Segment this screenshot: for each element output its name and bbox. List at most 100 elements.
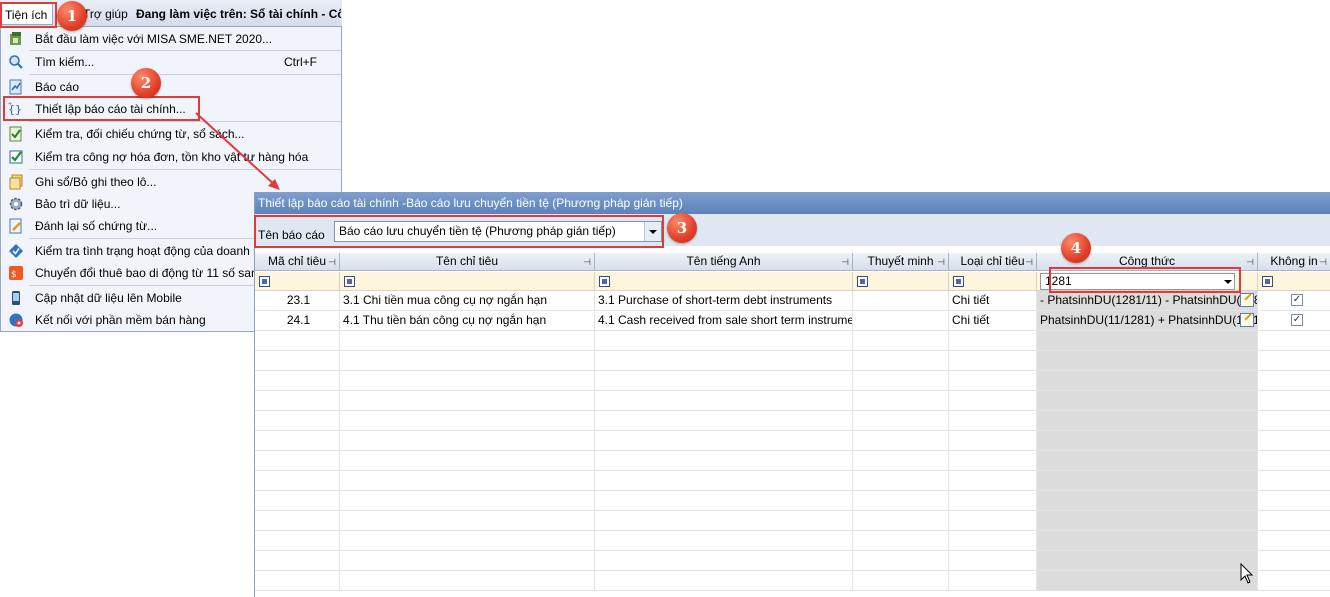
filter-cell-english-name[interactable]: [595, 272, 853, 291]
empty-cell[interactable]: [595, 431, 853, 451]
filter-cell-name[interactable]: [340, 272, 595, 291]
empty-cell[interactable]: [1037, 491, 1258, 511]
pin-icon[interactable]: ⊣: [583, 254, 591, 271]
empty-cell[interactable]: [853, 371, 949, 391]
menu-item-report[interactable]: Báo cáo: [1, 76, 341, 98]
empty-cell[interactable]: [1258, 431, 1330, 451]
empty-cell[interactable]: [1037, 391, 1258, 411]
empty-cell[interactable]: [853, 431, 949, 451]
empty-cell[interactable]: [1037, 351, 1258, 371]
empty-cell[interactable]: [853, 471, 949, 491]
empty-cell[interactable]: [255, 351, 340, 371]
col-header-type[interactable]: Loại chỉ tiêu ⊣: [949, 253, 1037, 271]
empty-cell[interactable]: [853, 551, 949, 571]
pin-icon[interactable]: ⊣: [328, 254, 336, 271]
menu-item-batch-post[interactable]: Ghi sổ/Bỏ ghi theo lô...: [1, 171, 341, 193]
menu-item-check-documents[interactable]: Kiểm tra, đối chiếu chứng từ, sổ sách...: [1, 123, 341, 145]
empty-cell[interactable]: [340, 371, 595, 391]
cell-type[interactable]: Chi tiết: [949, 311, 1037, 331]
empty-cell[interactable]: [255, 491, 340, 511]
empty-cell[interactable]: [255, 431, 340, 451]
empty-cell[interactable]: [595, 371, 853, 391]
cell-formula[interactable]: PhatsinhDU(11/1281) + PhatsinhDU(12/1281…: [1037, 311, 1258, 331]
empty-cell[interactable]: [949, 331, 1037, 351]
col-header-english-name[interactable]: Tên tiếng Anh ⊣: [595, 253, 853, 271]
empty-cell[interactable]: [853, 571, 949, 591]
empty-cell[interactable]: [255, 531, 340, 551]
pin-icon[interactable]: ⊣: [1319, 254, 1327, 271]
empty-cell[interactable]: [853, 331, 949, 351]
filter-operator-icon[interactable]: [599, 276, 610, 287]
empty-cell[interactable]: [1258, 391, 1330, 411]
empty-cell[interactable]: [1037, 511, 1258, 531]
col-header-no-print[interactable]: Không in ⊣: [1258, 253, 1330, 271]
empty-cell[interactable]: [949, 351, 1037, 371]
empty-cell[interactable]: [949, 491, 1037, 511]
empty-cell[interactable]: [595, 571, 853, 591]
cell-note[interactable]: [853, 311, 949, 331]
filter-cell-code[interactable]: [255, 272, 340, 291]
empty-cell[interactable]: [255, 551, 340, 571]
empty-cell[interactable]: [255, 511, 340, 531]
empty-cell[interactable]: [949, 551, 1037, 571]
empty-cell[interactable]: [255, 571, 340, 591]
empty-cell[interactable]: [340, 511, 595, 531]
filter-operator-icon[interactable]: [1262, 276, 1273, 287]
empty-cell[interactable]: [1258, 371, 1330, 391]
empty-cell[interactable]: [595, 451, 853, 471]
empty-cell[interactable]: [255, 411, 340, 431]
empty-cell[interactable]: [949, 371, 1037, 391]
empty-cell[interactable]: [255, 391, 340, 411]
cell-formula[interactable]: - PhatsinhDU(1281/11) - PhatsinhDU(1281/…: [1037, 291, 1258, 311]
empty-cell[interactable]: [1258, 531, 1330, 551]
empty-cell[interactable]: [853, 391, 949, 411]
empty-cell[interactable]: [949, 571, 1037, 591]
empty-cell[interactable]: [949, 411, 1037, 431]
menu-item-check-debt-inventory[interactable]: Kiểm tra công nợ hóa đơn, tồn kho vật tư…: [1, 146, 341, 168]
empty-cell[interactable]: [340, 491, 595, 511]
empty-cell[interactable]: [340, 531, 595, 551]
empty-cell[interactable]: [949, 451, 1037, 471]
cell-no-print[interactable]: ✓: [1258, 291, 1330, 311]
empty-cell[interactable]: [1037, 331, 1258, 351]
edit-formula-icon[interactable]: [1240, 313, 1254, 327]
empty-cell[interactable]: [1037, 451, 1258, 471]
empty-cell[interactable]: [949, 511, 1037, 531]
empty-cell[interactable]: [595, 471, 853, 491]
cell-note[interactable]: [853, 291, 949, 311]
empty-cell[interactable]: [1258, 411, 1330, 431]
empty-cell[interactable]: [1258, 571, 1330, 591]
empty-cell[interactable]: [255, 471, 340, 491]
empty-cell[interactable]: [340, 331, 595, 351]
empty-cell[interactable]: [949, 471, 1037, 491]
empty-cell[interactable]: [340, 391, 595, 411]
filter-operator-icon[interactable]: [344, 276, 355, 287]
col-header-code[interactable]: Mã chỉ tiêu ⊣: [255, 253, 340, 271]
empty-cell[interactable]: [340, 431, 595, 451]
empty-cell[interactable]: [340, 571, 595, 591]
no-print-checkbox[interactable]: ✓: [1291, 314, 1303, 326]
edit-formula-icon[interactable]: [1240, 293, 1254, 307]
empty-cell[interactable]: [595, 331, 853, 351]
menu-item-start[interactable]: Bắt đầu làm việc với MISA SME.NET 2020..…: [1, 28, 341, 50]
cell-english-name[interactable]: 3.1 Purchase of short-term debt instrume…: [595, 291, 853, 311]
empty-cell[interactable]: [1258, 491, 1330, 511]
empty-cell[interactable]: [1258, 331, 1330, 351]
empty-cell[interactable]: [595, 531, 853, 551]
empty-cell[interactable]: [1258, 511, 1330, 531]
empty-cell[interactable]: [949, 391, 1037, 411]
empty-cell[interactable]: [853, 531, 949, 551]
empty-cell[interactable]: [853, 511, 949, 531]
empty-cell[interactable]: [595, 551, 853, 571]
menu-item-search[interactable]: Tìm kiếm... Ctrl+F: [1, 51, 341, 73]
empty-cell[interactable]: [1258, 551, 1330, 571]
empty-cell[interactable]: [949, 531, 1037, 551]
filter-operator-icon[interactable]: [857, 276, 868, 287]
empty-cell[interactable]: [340, 351, 595, 371]
empty-cell[interactable]: [853, 491, 949, 511]
empty-cell[interactable]: [1037, 571, 1258, 591]
cell-name[interactable]: 3.1 Chi tiền mua công cụ nợ ngắn hạn: [340, 291, 595, 311]
filter-operator-icon[interactable]: [953, 276, 964, 287]
cell-no-print[interactable]: ✓: [1258, 311, 1330, 331]
pin-icon[interactable]: ⊣: [1246, 254, 1254, 271]
